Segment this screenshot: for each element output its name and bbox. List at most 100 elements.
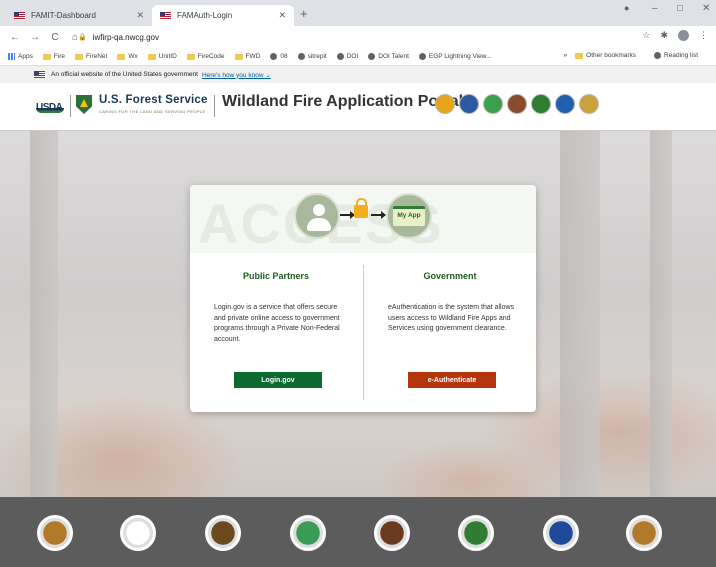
- bookmark-fire[interactable]: Fire: [42, 53, 66, 60]
- arrow-right-icon: [340, 211, 355, 219]
- bookmark-fwd[interactable]: FWD: [234, 53, 260, 60]
- tree-trunk: [30, 131, 58, 497]
- my-app-icon: My App: [386, 193, 432, 239]
- e-authenticate-button[interactable]: e-Authenticate: [408, 372, 496, 388]
- user-body-shape: [307, 218, 331, 231]
- folder-icon: [147, 53, 156, 60]
- nps-seal-icon[interactable]: [374, 515, 410, 551]
- fws-icon: [579, 94, 599, 114]
- my-app-label: My App: [397, 212, 421, 219]
- bookmark-firenet[interactable]: FireNet: [75, 53, 107, 60]
- bookmark-label: Fire: [53, 53, 66, 60]
- bookmark-label: EGP Lightning View...: [428, 53, 492, 60]
- bor-seal-icon[interactable]: [290, 515, 326, 551]
- government-description: eAuthentication is the system that allow…: [388, 304, 515, 332]
- usda-seal-icon[interactable]: [458, 515, 494, 551]
- close-window-button[interactable]: ✕: [702, 3, 710, 14]
- reading-list-icon: [654, 52, 662, 59]
- folder-icon: [117, 53, 126, 60]
- unlock-icon: [354, 198, 368, 218]
- usda-logo[interactable]: USDA: [36, 97, 66, 113]
- bookmark-label: Wx: [128, 53, 138, 60]
- globe-icon: [336, 53, 344, 60]
- blm-seal-icon[interactable]: [37, 515, 73, 551]
- apps-grid-icon: [8, 53, 15, 60]
- folder-icon: [42, 53, 51, 60]
- new-tab-button[interactable]: +: [300, 6, 308, 21]
- agency-name: U.S. Forest Service: [99, 94, 208, 106]
- login-gov-button[interactable]: Login.gov: [234, 372, 322, 388]
- tab-famauth-login[interactable]: FAMAuth-Login ✕: [152, 5, 294, 26]
- bookmark-08[interactable]: 08: [270, 53, 288, 60]
- heres-how-you-know-link[interactable]: Here's how you know ⌄: [202, 71, 271, 79]
- bookmark-apps[interactable]: Apps: [8, 53, 33, 60]
- bookmark-label: DOI: [346, 53, 359, 60]
- site-icon: [418, 53, 426, 60]
- bookmark-label: FireNet: [86, 53, 108, 60]
- forward-button[interactable]: →: [30, 32, 40, 43]
- user-icon: [294, 193, 340, 239]
- browser-toolbar: ← → C ⌂ 🔒 iwfirp-qa.nwcg.gov ☆ ✱ ⋮: [0, 26, 716, 48]
- usda-swoosh-icon: [36, 108, 64, 113]
- bookmark-label: sitrepit: [307, 53, 327, 60]
- back-button[interactable]: ←: [10, 32, 20, 43]
- address-bar[interactable]: 🔒 iwfirp-qa.nwcg.gov: [78, 29, 658, 45]
- hero-background: ACCESS My App Public Partners Login.gov …: [0, 131, 716, 497]
- folder-icon: [575, 52, 584, 59]
- flag-favicon-icon: [14, 12, 25, 19]
- bookmark-label: UnitID: [158, 53, 177, 60]
- bookmark-sitrepit[interactable]: sitrepit: [297, 53, 327, 60]
- bookmark-doi-talent[interactable]: DOI Talent: [368, 53, 409, 60]
- page-title: Wildland Fire Application Portal: [222, 93, 464, 110]
- dod-seal-icon[interactable]: [543, 515, 579, 551]
- fws-seal-icon[interactable]: [626, 515, 662, 551]
- bor-icon: [483, 94, 503, 114]
- close-tab-icon[interactable]: ✕: [278, 10, 286, 21]
- agency-icons: [435, 94, 599, 114]
- reading-list[interactable]: Reading list: [654, 52, 698, 59]
- bookmark-label: Other bookmarks: [586, 52, 637, 59]
- minimize-button[interactable]: –: [652, 3, 658, 14]
- bookmark-egp-lightning[interactable]: EGP Lightning View...: [418, 53, 492, 60]
- bia-icon: [459, 94, 479, 114]
- extensions-icon[interactable]: ✱: [660, 30, 668, 41]
- site-header: USDA U.S. Forest Service CARING FOR THE …: [0, 83, 716, 131]
- reload-button[interactable]: C: [50, 32, 60, 43]
- flag-favicon-icon: [160, 12, 171, 19]
- profile-icon[interactable]: [678, 30, 689, 41]
- tree-trunk: [560, 131, 600, 497]
- star-icon[interactable]: ☆: [642, 30, 650, 41]
- close-tab-icon[interactable]: ✕: [136, 10, 144, 21]
- site-icon: [270, 53, 278, 60]
- header-divider: [70, 95, 71, 117]
- nps-icon: [507, 94, 527, 114]
- bookmark-label: Reading list: [664, 52, 698, 59]
- user-head-shape: [313, 204, 325, 216]
- arrow-right-icon: [371, 211, 386, 219]
- gov-banner: An official website of the United States…: [0, 66, 716, 83]
- agency-motto: CARING FOR THE LAND AND SERVING PEOPLE: [99, 109, 206, 114]
- profile-dot-icon[interactable]: ●: [624, 3, 629, 13]
- bookmark-unitid[interactable]: UnitID: [147, 53, 177, 60]
- public-partners-description: Login.gov is a service that offers secur…: [214, 304, 340, 343]
- footer-agency-seals: [0, 497, 716, 567]
- bookmark-doi[interactable]: DOI: [336, 53, 359, 60]
- gov-banner-text: An official website of the United States…: [51, 71, 198, 78]
- other-bookmarks[interactable]: Other bookmarks: [575, 52, 636, 59]
- menu-icon[interactable]: ⋮: [699, 30, 708, 41]
- bookmark-wx[interactable]: Wx: [117, 53, 138, 60]
- login-card: ACCESS My App Public Partners Login.gov …: [190, 185, 536, 412]
- forest-service-seal-icon[interactable]: [205, 515, 241, 551]
- maximize-button[interactable]: □: [677, 3, 683, 14]
- bookmark-firecode[interactable]: FireCode: [186, 53, 225, 60]
- bookmark-label: 08: [280, 53, 288, 60]
- bia-seal-icon[interactable]: [120, 515, 156, 551]
- tab-title: FAMIT-Dashboard: [31, 11, 96, 20]
- bookmarks-overflow-button[interactable]: »: [564, 52, 568, 59]
- tab-title: FAMAuth-Login: [177, 11, 233, 20]
- column-divider: [363, 265, 364, 400]
- blm-icon: [435, 94, 455, 114]
- tab-famit-dashboard[interactable]: FAMIT-Dashboard ✕: [6, 5, 152, 26]
- forest-icon: [531, 94, 551, 114]
- link-label: Here's how you know: [201, 71, 264, 79]
